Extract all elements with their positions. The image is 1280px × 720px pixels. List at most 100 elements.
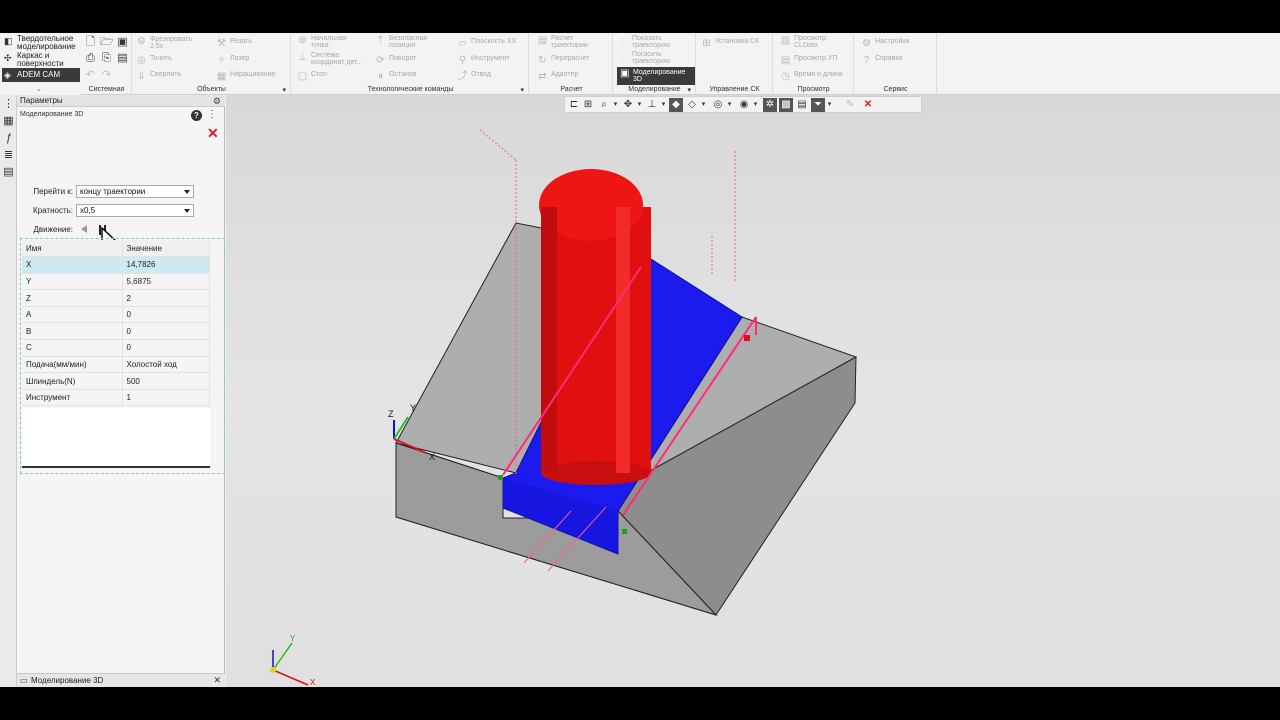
zoom-icon[interactable]: ⌕: [597, 98, 611, 112]
tool-button[interactable]: ⚲ Инструмент: [457, 55, 510, 66]
safe-position-icon: ⇡: [376, 35, 385, 46]
retract-button[interactable]: ⤴ Отвод: [457, 71, 492, 82]
group-label-tech-commands: Технологические команды: [367, 86, 454, 93]
mode-wireframe-surfaces[interactable]: ✣ Каркас и поверхности: [2, 52, 80, 68]
help-button[interactable]: ? Справка: [861, 55, 903, 66]
wireframe-view-icon[interactable]: ◇: [685, 98, 699, 112]
window-icon: ▭: [20, 676, 28, 685]
coord-system-button[interactable]: ⊥ Система координат дет...: [297, 52, 371, 66]
play-backward-icon[interactable]: [81, 225, 87, 233]
save-as-icon[interactable]: ▤: [116, 52, 129, 65]
save-icon[interactable]: ▣: [116, 36, 129, 49]
buildup-button[interactable]: ▦ Наращивание: [216, 71, 276, 82]
undo-icon[interactable]: ↶: [84, 69, 97, 82]
edit-icon[interactable]: ✎: [843, 98, 857, 112]
mode-solid-modeling[interactable]: ◧ Твердотельное моделирование: [2, 35, 80, 51]
redo-icon[interactable]: ↷: [100, 69, 113, 82]
adapter-button[interactable]: ⇄ Адаптер: [537, 71, 578, 82]
print-icon[interactable]: ⎙: [84, 52, 97, 65]
gear-icon: ⚙: [862, 38, 871, 49]
list-icon[interactable]: ▤: [2, 166, 15, 179]
group-label-calc: Расчет: [560, 86, 583, 93]
open-folder-icon[interactable]: 🗁: [100, 36, 114, 49]
table-row[interactable]: Подача(мм/мин) Холостой ход: [22, 356, 210, 374]
multiplicity-dropdown[interactable]: x0,5: [76, 204, 194, 217]
safe-position-button[interactable]: ⇡ Безопасная позиция: [375, 35, 441, 49]
view-nc-button[interactable]: ▤ Просмотр УП: [780, 55, 838, 66]
table-cell: 0: [122, 339, 210, 357]
table-row[interactable]: Z2: [22, 289, 210, 307]
chevron-down-icon[interactable]: ▾: [700, 98, 707, 112]
table-cell: A: [22, 306, 123, 324]
turn-button[interactable]: ◎ Точить: [136, 55, 172, 66]
time-length-button[interactable]: ◷ Время и длина: [780, 71, 843, 82]
stop-button[interactable]: ▢ Стоп: [297, 71, 327, 82]
tree-view-icon[interactable]: ⋮: [207, 109, 217, 120]
close-icon[interactable]: ✕: [213, 674, 221, 687]
rotate-button[interactable]: ⟳ Поворот: [375, 55, 416, 66]
sketch-icon[interactable]: ⊏: [567, 98, 581, 112]
chevron-down-icon[interactable]: ▾: [752, 98, 759, 112]
calc-trajectory-button[interactable]: ▤ Расчет траектории: [537, 35, 609, 49]
start-point-button[interactable]: ⊕ Начальная точка: [297, 35, 359, 49]
hide-show-icon[interactable]: ◎: [711, 98, 725, 112]
xx-plane-button[interactable]: ▱ Плоскость XX: [457, 38, 517, 49]
group-expand-arrow-icon[interactable]: ▾: [282, 86, 286, 94]
grid-snap-icon[interactable]: ⊞: [581, 98, 595, 112]
table-row[interactable]: Y 5,6875: [22, 273, 210, 291]
filter-icon[interactable]: ⏷: [811, 98, 825, 112]
layers-icon[interactable]: ▤: [795, 98, 809, 112]
group-expand-arrow-icon[interactable]: ▾: [520, 86, 524, 94]
settings-button[interactable]: ⚙ Настройки: [861, 38, 909, 49]
chevron-down-icon[interactable]: ▾: [612, 98, 619, 112]
group-expand-arrow-icon[interactable]: ▾: [687, 86, 691, 94]
table-row[interactable]: Инструмент 1: [22, 389, 210, 407]
pan-icon[interactable]: ✥: [621, 98, 635, 112]
visibility-icon[interactable]: ◉: [737, 98, 751, 112]
goto-dropdown[interactable]: концу траектории: [76, 185, 194, 198]
properties-icon[interactable]: ⎘: [100, 52, 113, 65]
3d-viewport[interactable]: Z Y X Y X ⊏ ⊞ ⌕ ▾ ✥ ▾ ⊥ ▾ ◆ ◇ ▾ ◎ ▾ ◉ ▾ …: [226, 95, 1280, 687]
table-cell: C: [22, 339, 123, 357]
chevron-down-icon[interactable]: ▾: [826, 98, 833, 112]
view-cldata-button[interactable]: ▥ Просмотр CLData: [780, 35, 844, 49]
table-row[interactable]: C0: [22, 339, 210, 357]
grid-scrollbar[interactable]: [210, 240, 224, 472]
mill-25x-button[interactable]: ⚙ Фрезеровать 2.5x: [136, 36, 202, 50]
chevron-down-icon[interactable]: ▾: [726, 98, 733, 112]
chevron-down-icon[interactable]: ▾: [660, 98, 667, 112]
tree-icon[interactable]: ⋮: [2, 98, 15, 111]
axes-orientation-icon[interactable]: ⊥: [645, 98, 659, 112]
help-icon[interactable]: ?: [191, 110, 202, 121]
halt-button[interactable]: ⏸ Останов: [375, 71, 416, 82]
snap-icon[interactable]: ✲: [763, 98, 777, 112]
modeling-3d-button[interactable]: ▣ Моделирование 3D: [617, 67, 695, 85]
shaded-view-icon[interactable]: ◆: [669, 98, 683, 112]
bottom-tab-modeling-3d[interactable]: ▭ Моделирование 3D ✕: [17, 673, 225, 687]
table-row[interactable]: Шпиндель(N) 500: [22, 372, 210, 390]
drill-button[interactable]: ⇓ Сверлить: [136, 71, 181, 82]
table-row[interactable]: A0: [22, 306, 210, 324]
hide-trajectory-button[interactable]: ◌ Погасить траекторию: [618, 51, 692, 65]
table-row[interactable]: X 14,7826: [22, 256, 210, 274]
cut-button[interactable]: ⚒ Резать: [216, 38, 252, 49]
function-icon[interactable]: ƒ: [2, 132, 15, 145]
laser-button[interactable]: ✧ Лазер: [216, 55, 249, 66]
set-cs-button[interactable]: ⊞ Установка СК: [701, 38, 759, 49]
close-icon[interactable]: ✕: [861, 98, 875, 112]
new-file-icon[interactable]: 🗋: [84, 36, 97, 49]
gear-icon[interactable]: ⚙: [213, 95, 221, 107]
layers-icon[interactable]: ≣: [2, 149, 15, 162]
table-row[interactable]: B0: [22, 322, 210, 341]
chevron-down-icon[interactable]: ▾: [636, 98, 643, 112]
select-filter-icon[interactable]: ▩: [779, 98, 793, 112]
wireframe-icon: ✣: [4, 53, 12, 63]
group-label-service: Сервис: [883, 86, 908, 93]
mode-adem-cam[interactable]: ◈ ADEM CAM: [2, 68, 80, 82]
recalc-button[interactable]: ↻ Перерасчет: [537, 55, 589, 66]
parameters-icon[interactable]: ▦: [2, 115, 15, 128]
3d-scene[interactable]: Z Y X Y X: [226, 95, 1280, 687]
show-trajectory-button[interactable]: ◌ Показать траекторию: [618, 35, 692, 49]
close-icon[interactable]: ✕: [207, 126, 219, 140]
chevron-down-icon[interactable]: ⌄: [36, 85, 42, 93]
